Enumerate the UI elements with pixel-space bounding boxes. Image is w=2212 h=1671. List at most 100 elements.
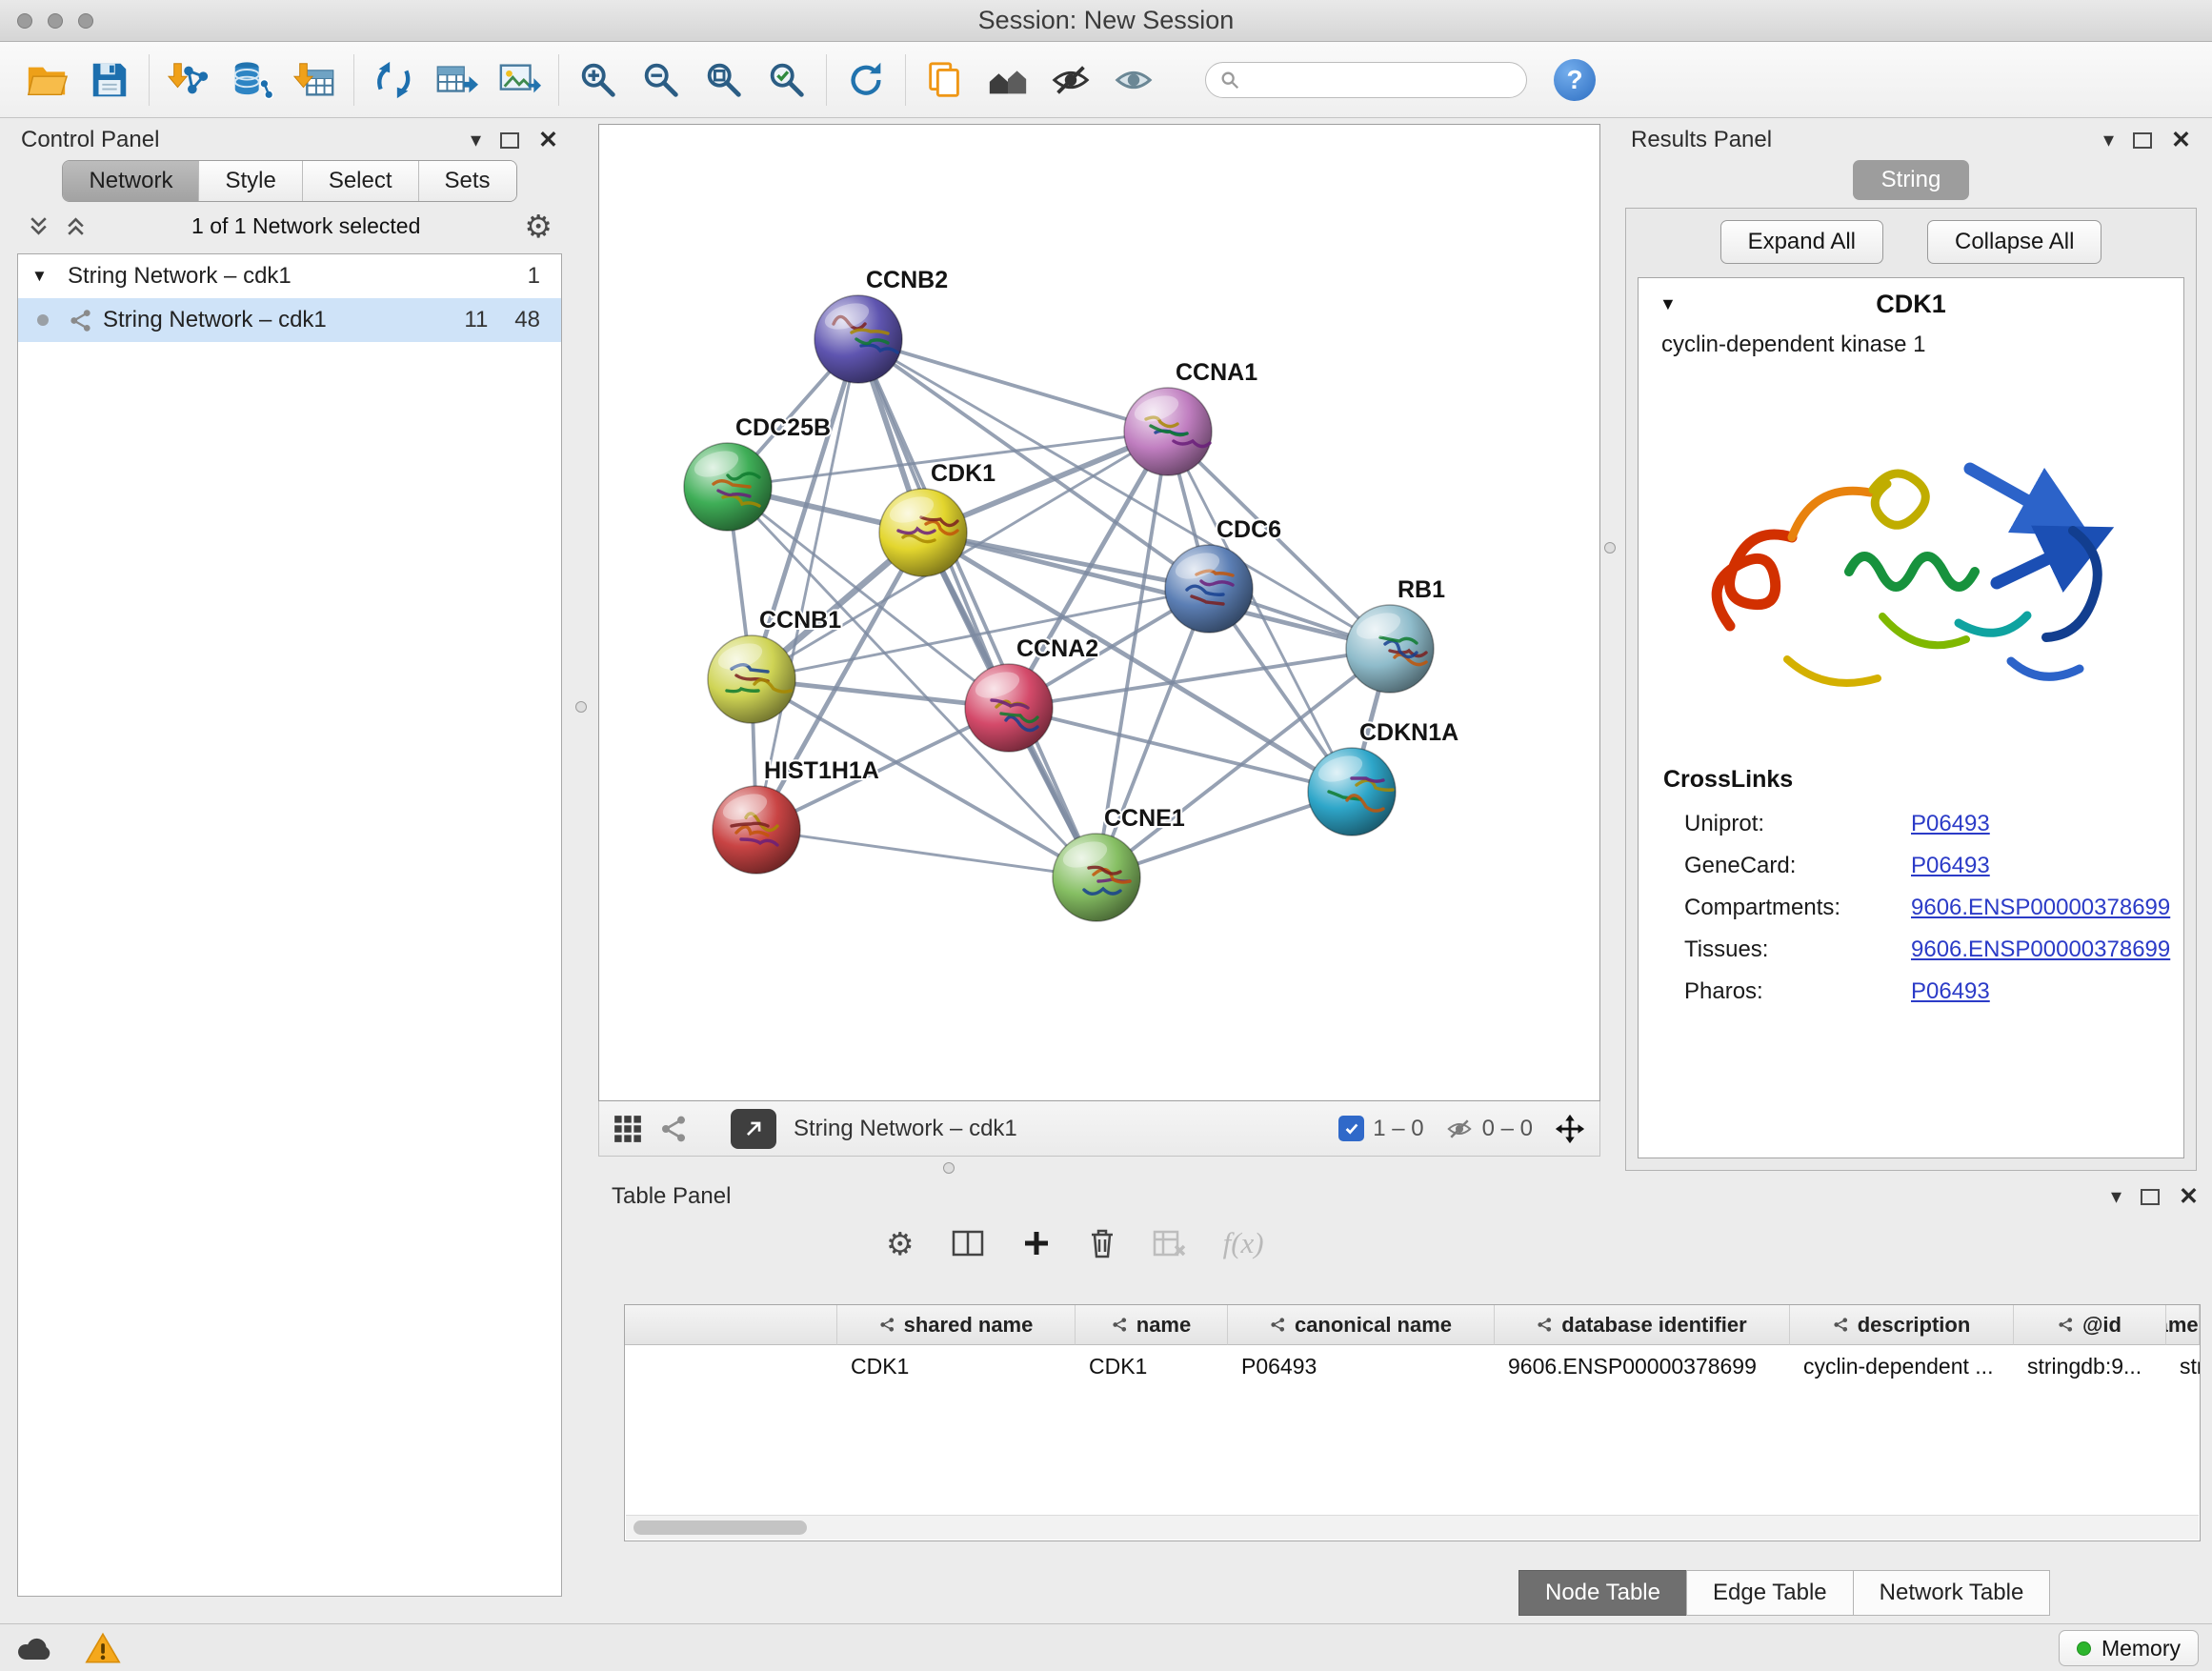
tab-string[interactable]: String — [1853, 160, 1970, 200]
column-header-shared-name[interactable]: shared name — [837, 1305, 1076, 1345]
network-edge[interactable] — [858, 339, 1168, 432]
function-builder-button[interactable]: f(x) — [1223, 1226, 1264, 1260]
home-button[interactable] — [981, 53, 1035, 107]
crosslink-value-link[interactable]: 9606.ENSP00000378699 — [1911, 936, 2170, 963]
birds-eye-view-icon[interactable] — [613, 1114, 643, 1144]
network-node-CCNA1[interactable] — [1124, 388, 1212, 475]
splitter-handle[interactable] — [943, 1162, 955, 1174]
panel-close-icon[interactable]: ✕ — [2171, 129, 2191, 152]
network-row[interactable]: String Network – cdk1 11 48 — [18, 298, 561, 342]
crosslink-value-link[interactable]: P06493 — [1911, 853, 1990, 879]
network-node-HIST1H1A[interactable] — [713, 786, 800, 874]
zoom-fit-button[interactable] — [697, 53, 751, 107]
help-button[interactable]: ? — [1554, 59, 1596, 101]
network-node-CCNA2[interactable] — [965, 664, 1053, 752]
export-image-button[interactable] — [493, 53, 546, 107]
cloud-icon[interactable] — [15, 1633, 57, 1663]
tab-node-table[interactable]: Node Table — [1518, 1570, 1687, 1616]
network-node-CDKN1A[interactable] — [1308, 748, 1396, 836]
tab-edge-table[interactable]: Edge Table — [1686, 1570, 1854, 1616]
panel-menu-icon[interactable]: ▾ — [471, 130, 481, 151]
table-cell[interactable]: 9606.ENSP00000378699 — [1495, 1345, 1790, 1387]
table-options-gear-icon[interactable]: ⚙ — [886, 1228, 915, 1259]
delete-column-button[interactable] — [1088, 1227, 1116, 1259]
panel-float-icon[interactable] — [2133, 132, 2152, 149]
crosslink-value-link[interactable]: 9606.ENSP00000378699 — [1911, 895, 2170, 921]
panel-menu-icon[interactable]: ▾ — [2103, 130, 2114, 151]
panel-menu-icon[interactable]: ▾ — [2111, 1186, 2122, 1207]
table-row[interactable]: CDK1CDK1P064939606.ENSP00000378699cyclin… — [625, 1345, 2200, 1387]
crosslink-value-link[interactable]: P06493 — [1911, 811, 1990, 837]
table-cell[interactable]: P06493 — [1228, 1345, 1495, 1387]
zoom-out-button[interactable] — [634, 53, 688, 107]
apply-layout-button[interactable] — [839, 53, 893, 107]
column-header--id[interactable]: @id — [2014, 1305, 2166, 1345]
panel-float-icon[interactable] — [2141, 1189, 2160, 1205]
column-header-description[interactable]: description — [1790, 1305, 2014, 1345]
tab-select[interactable]: Select — [302, 161, 418, 201]
section-disclosure-icon[interactable]: ▼ — [1659, 294, 1719, 314]
memory-button[interactable]: Memory — [2059, 1630, 2199, 1666]
splitter-handle[interactable] — [575, 701, 587, 713]
export-network-button[interactable] — [367, 53, 420, 107]
crosslink-value-link[interactable]: P06493 — [1911, 978, 1990, 1005]
hidden-eye-icon[interactable] — [1445, 1115, 1474, 1143]
maximize-button[interactable] — [78, 13, 93, 29]
pan-mode-icon[interactable] — [1554, 1113, 1586, 1145]
network-node-CCNB1[interactable] — [708, 635, 795, 723]
panel-close-icon[interactable]: ✕ — [2179, 1185, 2199, 1209]
minimize-button[interactable] — [48, 13, 63, 29]
network-node-CDK1[interactable] — [879, 489, 967, 576]
network-node-CDC6[interactable] — [1165, 545, 1253, 633]
network-share-icon[interactable] — [658, 1114, 689, 1144]
table-cell[interactable]: cyclin-dependent ... — [1790, 1345, 2014, 1387]
zoom-in-button[interactable] — [572, 53, 625, 107]
column-header-name[interactable]: name — [1076, 1305, 1228, 1345]
delete-table-button[interactable] — [1153, 1229, 1187, 1258]
tab-style[interactable]: Style — [198, 161, 301, 201]
expand-all-button[interactable]: Expand All — [1720, 220, 1883, 264]
splitter-handle[interactable] — [1604, 542, 1616, 554]
column-header-canonical-name[interactable]: canonical name — [1228, 1305, 1495, 1345]
close-button[interactable] — [17, 13, 32, 29]
column-header-namespac[interactable]: namespac — [2166, 1305, 2200, 1345]
selected-checkbox-icon[interactable] — [1338, 1116, 1364, 1141]
disclosure-triangle-icon[interactable]: ▼ — [31, 267, 58, 286]
import-network-from-file-button[interactable] — [162, 53, 215, 107]
network-edge[interactable] — [756, 339, 858, 830]
tab-network[interactable]: Network — [63, 161, 198, 201]
table-horizontal-scrollbar[interactable] — [626, 1515, 2199, 1540]
network-node-RB1[interactable] — [1346, 605, 1434, 693]
table-cell[interactable]: CDK1 — [1076, 1345, 1228, 1387]
detach-view-button[interactable] — [731, 1109, 776, 1149]
network-node-CCNE1[interactable] — [1053, 834, 1140, 921]
show-columns-button[interactable] — [951, 1229, 985, 1258]
scrollbar-thumb[interactable] — [633, 1520, 807, 1535]
table-cell[interactable]: stringdb:9... — [2014, 1345, 2166, 1387]
create-column-button[interactable] — [1021, 1228, 1052, 1258]
table-cell[interactable]: CDK1 — [837, 1345, 1076, 1387]
collapse-all-button[interactable]: Collapse All — [1927, 220, 2101, 264]
network-view-canvas[interactable]: CCNB2CCNA1CDC25BCDK1CDC6RB1CCNB1CCNA2CDK… — [598, 124, 1600, 1101]
import-table-from-file-button[interactable] — [288, 53, 341, 107]
import-network-from-database-button[interactable] — [225, 53, 278, 107]
gear-icon[interactable]: ⚙ — [524, 211, 553, 242]
tab-sets[interactable]: Sets — [418, 161, 516, 201]
duplicate-network-button[interactable] — [918, 53, 972, 107]
collapse-all-icon[interactable] — [27, 214, 50, 238]
hide-selected-button[interactable] — [1044, 53, 1097, 107]
zoom-selected-button[interactable] — [760, 53, 814, 107]
network-node-CDC25B[interactable] — [684, 443, 772, 531]
warning-icon[interactable] — [84, 1631, 122, 1665]
column-header-database-identifier[interactable]: database identifier — [1495, 1305, 1790, 1345]
tab-network-table[interactable]: Network Table — [1853, 1570, 2051, 1616]
network-edge[interactable] — [858, 339, 1096, 877]
network-edge[interactable] — [756, 830, 1096, 877]
export-table-button[interactable] — [430, 53, 483, 107]
table-cell[interactable]: stringdb — [2166, 1345, 2200, 1387]
show-hidden-button[interactable] — [1107, 53, 1160, 107]
open-session-button[interactable] — [20, 53, 73, 107]
network-graph[interactable]: CCNB2CCNA1CDC25BCDK1CDC6RB1CCNB1CCNA2CDK… — [599, 125, 1599, 1100]
expand-all-icon[interactable] — [64, 214, 88, 238]
gene-section-header[interactable]: ▼ CDK1 — [1639, 278, 2183, 330]
